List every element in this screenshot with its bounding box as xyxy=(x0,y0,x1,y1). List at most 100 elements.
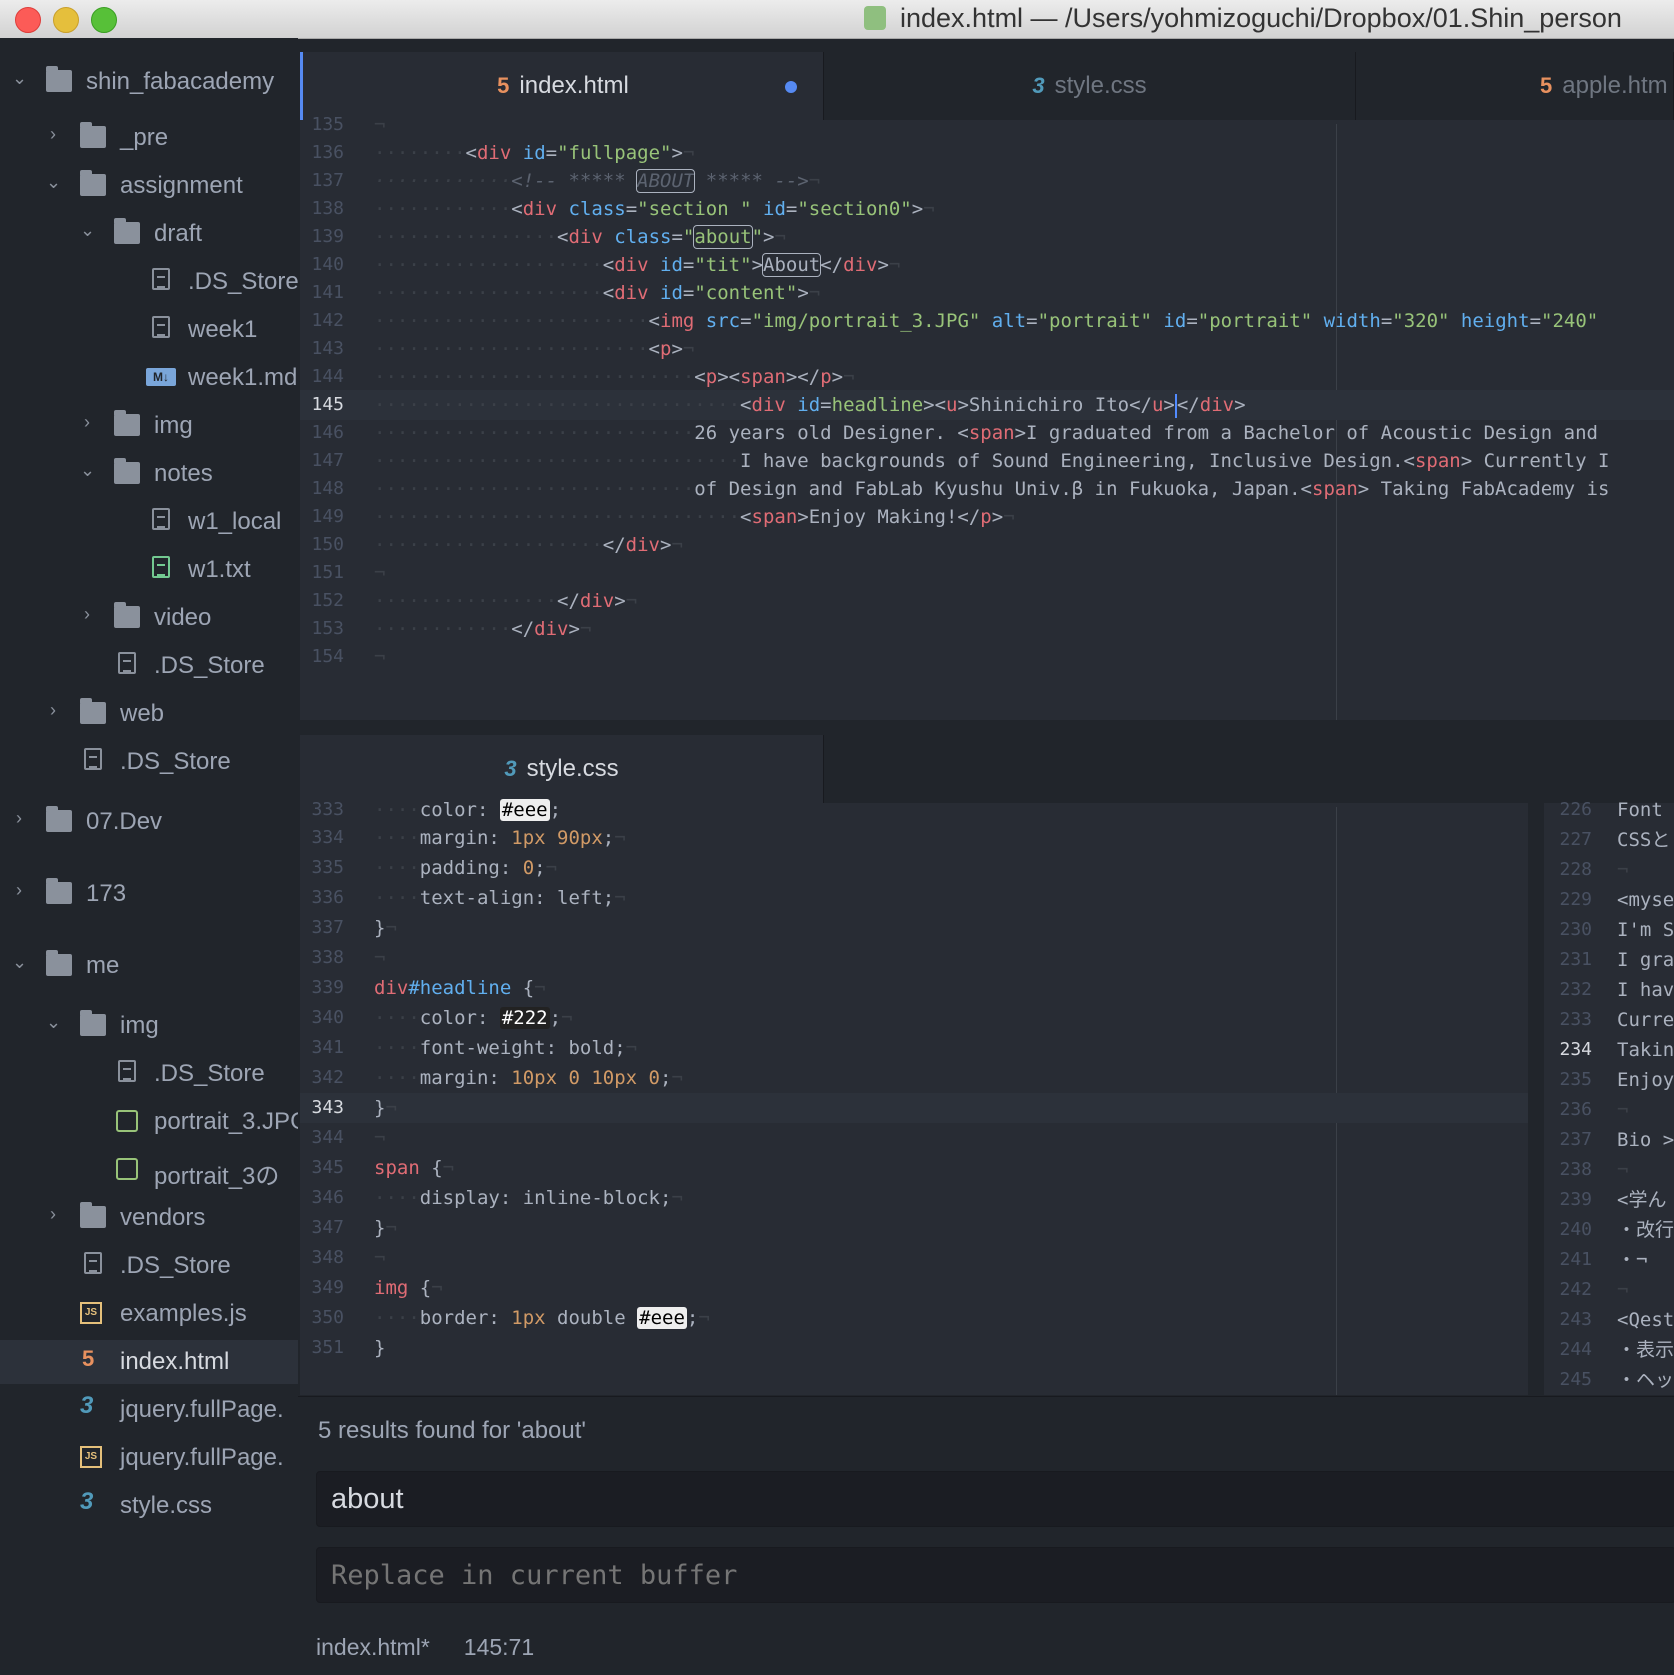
code-line: 334 ····margin: 1px 90px;¬ xyxy=(311,827,626,849)
tree-item[interactable]: ⌄ assignment xyxy=(0,164,298,208)
find-input[interactable] xyxy=(316,1471,1674,1527)
code-line: 142 ························<img src="img… xyxy=(311,310,1599,332)
code-line: 344 ¬ xyxy=(311,1127,386,1149)
code-line: 333 ····color: #eee; xyxy=(311,799,562,821)
chevron-down-icon: ⌄ xyxy=(12,68,28,88)
window-title: index.html — /Users/yohmizoguchi/Dropbox… xyxy=(900,3,1622,33)
tab-style-css[interactable]: 3 style.css xyxy=(300,735,824,803)
folder-icon xyxy=(80,1202,106,1228)
tree-item[interactable]: JS jquery.fullPage. xyxy=(0,1436,298,1480)
chevron-right-icon: › xyxy=(50,1204,56,1224)
tree-item[interactable]: 3 style.css xyxy=(0,1484,298,1528)
tree-item[interactable]: ⌄ img xyxy=(0,1004,298,1048)
file-icon xyxy=(84,748,102,770)
code-line: 144 ····························<p><span>… xyxy=(311,366,855,388)
zoom-window-button[interactable] xyxy=(91,7,117,33)
code-line: 149 ································<span… xyxy=(311,506,1015,528)
folder-icon xyxy=(46,66,72,92)
code-editor-notes[interactable]: 226 Font 227 CSSと 228 ¬ 229 <myse 230 I'm S 2… xyxy=(1544,799,1674,1395)
code-line: 350 ····border: 1px double #eee ;¬ xyxy=(311,1307,710,1329)
tree-item[interactable]: .DS_Store xyxy=(0,1244,298,1288)
file-icon xyxy=(118,1060,136,1082)
replace-input[interactable] xyxy=(316,1547,1674,1603)
tree-item[interactable]: › video xyxy=(0,596,298,640)
tree-item[interactable]: ⌄ me xyxy=(0,944,298,988)
editor-pane-bottom-left: 3 style.css 333 ····color: #eee; 334 ····ma… xyxy=(300,735,1528,1395)
code-editor-index-html[interactable]: 135 ¬ 136 ········<div id="fullpage">¬ 137… xyxy=(300,114,1674,720)
code-line: 135 ¬ xyxy=(311,114,386,136)
tree-item[interactable]: ⌄ notes xyxy=(0,452,298,496)
tree-item[interactable]: .DS_Store xyxy=(0,644,298,688)
folder-icon xyxy=(114,602,140,628)
cursor-position[interactable]: 145:71 xyxy=(464,1634,534,1660)
code-line: 347}¬ xyxy=(311,1217,397,1239)
code-line: 141 ····················<div id="content"… xyxy=(311,282,821,304)
html-file-icon: 5 xyxy=(82,1346,95,1371)
code-line: 147 ································I hav… xyxy=(311,450,1610,472)
status-file-name[interactable]: index.html* xyxy=(316,1634,430,1660)
html-file-icon: 5 xyxy=(1540,73,1553,98)
code-line: 151 ¬ xyxy=(311,562,386,584)
code-line: 345 span {¬ xyxy=(311,1157,455,1179)
code-line: 146 ····························26 years … xyxy=(311,422,1598,444)
tree-item[interactable]: week1 xyxy=(0,308,298,352)
tree-item[interactable]: JS examples.js xyxy=(0,1292,298,1336)
code-line: 143 ························<p>¬ xyxy=(311,338,695,360)
close-window-button[interactable] xyxy=(15,7,41,33)
file-icon xyxy=(152,268,170,290)
chevron-right-icon: › xyxy=(50,700,56,720)
folder-icon xyxy=(114,458,140,484)
folder-icon xyxy=(46,950,72,976)
code-line: 339 div#headline {¬ xyxy=(311,977,546,999)
code-line: 340 ····color: #222 ;¬ xyxy=(311,1007,573,1029)
file-icon xyxy=(152,508,170,530)
code-line: 338 ¬ xyxy=(311,947,386,969)
file-tree: ⌄ shin_fabacademy › _pre ⌄ assignment ⌄ draf… xyxy=(0,38,298,1674)
tree-item[interactable]: .DS_Store xyxy=(0,260,298,304)
code-line: 349 img {¬ xyxy=(311,1277,443,1299)
css-file-icon: 3 xyxy=(80,1488,94,1515)
tree-item[interactable]: .DS_Store xyxy=(0,740,298,784)
code-line: 337}¬ xyxy=(311,917,397,939)
modified-indicator xyxy=(785,81,797,93)
tree-item[interactable]: ⌄ draft xyxy=(0,212,298,256)
chevron-right-icon: › xyxy=(84,412,90,432)
tree-item[interactable]: › web xyxy=(0,692,298,736)
code-line: 148 ····························of Design… xyxy=(311,478,1610,500)
code-line: 140 ····················<div id="tit">Abo… xyxy=(311,253,901,277)
chevron-down-icon: ⌄ xyxy=(80,460,96,480)
code-line-current: 343}¬ xyxy=(300,1093,1528,1123)
code-editor-style-css[interactable]: 333 ····color: #eee; 334 ····margin: 1px 9… xyxy=(300,799,1528,1395)
tree-item[interactable]: portrait_3の xyxy=(0,1148,298,1192)
code-line: 137 ············<!-- ***** ABOUT ***** --… xyxy=(311,169,821,193)
chevron-down-icon: ⌄ xyxy=(46,1012,62,1032)
tree-item[interactable]: › _pre xyxy=(0,116,298,160)
tab-bar xyxy=(1544,735,1674,803)
tree-item[interactable]: › vendors xyxy=(0,1196,298,1240)
code-line: 150 ····················</div>¬ xyxy=(311,534,683,556)
tree-item[interactable]: › img xyxy=(0,404,298,448)
tree-item[interactable]: w1.txt xyxy=(0,548,298,592)
text-file-icon xyxy=(152,556,170,578)
tree-item[interactable]: M↓ week1.md xyxy=(0,356,298,400)
folder-icon xyxy=(80,1010,106,1036)
minimize-window-button[interactable] xyxy=(53,7,79,33)
tree-item[interactable]: w1_local xyxy=(0,500,298,544)
code-line: 341 ····font-weight: bold;¬ xyxy=(311,1037,638,1059)
tree-item[interactable]: › 173 xyxy=(0,872,298,916)
tree-item[interactable]: portrait_3.JPG xyxy=(0,1100,298,1144)
code-line: 138 ············<div class="section " id=… xyxy=(311,198,935,220)
chevron-right-icon: › xyxy=(50,124,56,144)
tree-item-selected[interactable]: 5 index.html xyxy=(0,1340,298,1384)
tree-item[interactable]: ⌄ shin_fabacademy xyxy=(0,60,298,104)
folder-icon xyxy=(46,878,72,904)
chevron-down-icon: ⌄ xyxy=(46,172,62,192)
file-icon xyxy=(84,1252,102,1274)
tree-item[interactable]: 3 jquery.fullPage. xyxy=(0,1388,298,1432)
status-bar: index.html* 145:71 xyxy=(316,1634,568,1661)
markdown-icon: M↓ xyxy=(146,368,176,386)
code-line: 139 ················<div class="about">¬ xyxy=(311,225,786,249)
tree-item[interactable]: › 07.Dev xyxy=(0,800,298,844)
tab-bar: 3 style.css xyxy=(300,735,1528,803)
tree-item[interactable]: .DS_Store xyxy=(0,1052,298,1096)
